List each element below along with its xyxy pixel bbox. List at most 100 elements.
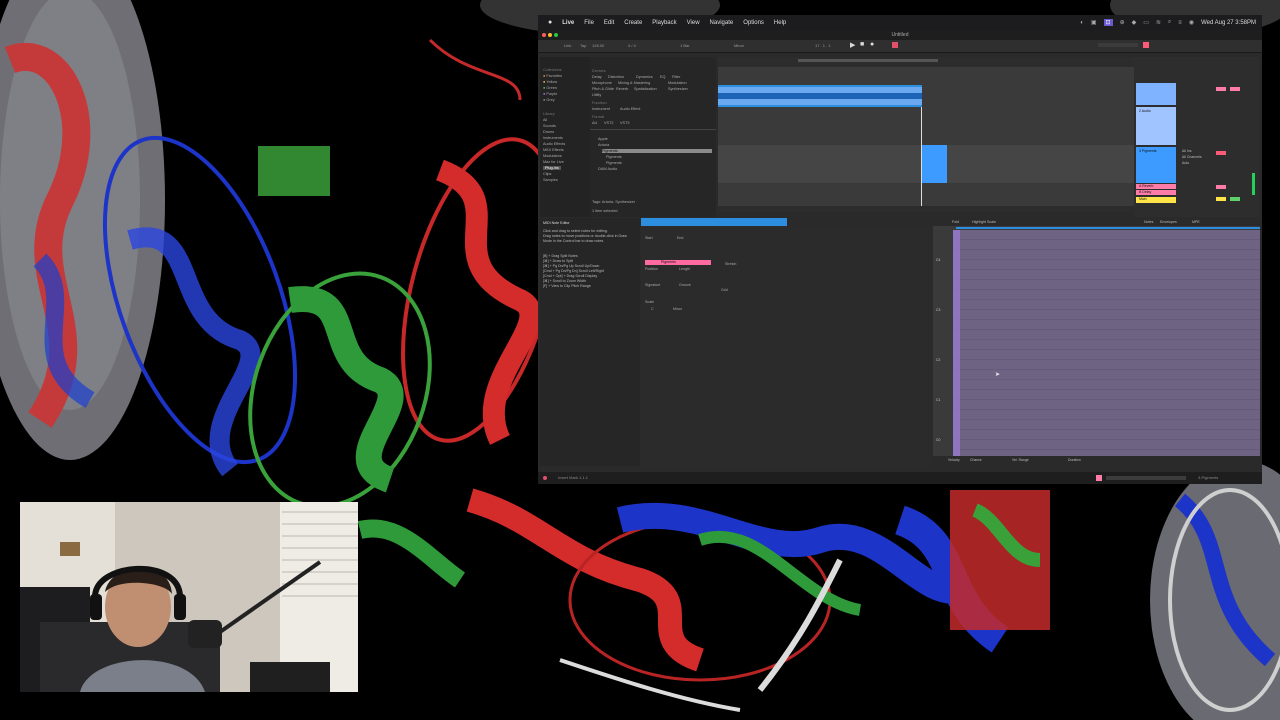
- collection-grey[interactable]: ● Grey: [543, 98, 555, 102]
- library-audio-effects[interactable]: Audio Effects: [543, 142, 565, 146]
- loop-brace[interactable]: [798, 59, 938, 62]
- screen-record-icon[interactable]: ⊡: [1103, 19, 1113, 26]
- time-signature-field[interactable]: 4 / 4: [628, 43, 636, 48]
- track-activator[interactable]: [1216, 197, 1226, 201]
- device-tag[interactable]: Filter: [672, 75, 680, 79]
- window-zoom-button[interactable]: [554, 33, 558, 37]
- control-center-icon[interactable]: ≡: [1178, 20, 1182, 26]
- library-instruments[interactable]: Instruments: [543, 136, 563, 140]
- mpe-tab[interactable]: MPE: [1192, 220, 1200, 224]
- send-knob[interactable]: [1216, 87, 1226, 91]
- monitor-select[interactable]: Auto: [1182, 161, 1189, 165]
- scale-name-select[interactable]: Minor: [673, 307, 682, 311]
- device-tag[interactable]: Microphone: [592, 81, 612, 85]
- menu-create[interactable]: Create: [624, 20, 642, 26]
- envelopes-tab[interactable]: Envelopes: [1160, 220, 1177, 224]
- collection-favorites[interactable]: ● Favorites: [543, 74, 562, 78]
- function-tag[interactable]: Instrument: [592, 107, 610, 111]
- menu-options[interactable]: Options: [743, 20, 764, 26]
- result-item[interactable]: Apple: [598, 137, 608, 141]
- apple-menu-icon[interactable]: ●: [548, 19, 552, 26]
- device-tag[interactable]: Spatialization: [634, 87, 657, 91]
- record-icon[interactable]: ●: [870, 41, 874, 48]
- song-position-field[interactable]: 17 . 1 . 1: [815, 43, 831, 48]
- track-activator[interactable]: [1216, 185, 1226, 189]
- highlight-scale-button[interactable]: Highlight Scale: [972, 220, 996, 224]
- arm-button[interactable]: [1216, 151, 1226, 155]
- track-header-audio[interactable]: [1136, 83, 1176, 105]
- duration-field[interactable]: Duration: [1068, 458, 1081, 462]
- midi-clip[interactable]: [921, 145, 947, 183]
- play-icon[interactable]: ▶: [850, 41, 855, 49]
- siri-icon[interactable]: ◉: [1189, 19, 1194, 26]
- notes-tab[interactable]: Notes: [1144, 220, 1153, 224]
- collection-green[interactable]: ● Green: [543, 86, 557, 90]
- collection-yellow[interactable]: ● Yellow: [543, 80, 557, 84]
- format-tag[interactable]: VST2: [604, 121, 614, 125]
- library-all[interactable]: All: [543, 118, 547, 122]
- loop-region-bar[interactable]: [956, 227, 1260, 229]
- solo-button[interactable]: [1230, 197, 1240, 201]
- chance-tab[interactable]: Chance: [970, 458, 982, 462]
- device-tag[interactable]: Delay: [592, 75, 602, 79]
- velocity-tab[interactable]: Velocity: [948, 458, 960, 462]
- menu-clock[interactable]: Wed Aug 27 3:58PM: [1201, 20, 1256, 26]
- format-tag[interactable]: VST3: [620, 121, 630, 125]
- status-scroll-bar[interactable]: [1106, 476, 1186, 480]
- menu-view[interactable]: View: [687, 20, 700, 26]
- library-plugins[interactable]: Plug-ins: [543, 166, 561, 170]
- window-minimize-button[interactable]: [548, 33, 552, 37]
- search-icon[interactable]: ⌕: [1168, 19, 1171, 26]
- device-tag[interactable]: Utility: [592, 93, 601, 97]
- note-grid[interactable]: [953, 230, 1260, 456]
- piano-keyboard[interactable]: [933, 230, 953, 456]
- status-icon[interactable]: ◐: [1080, 20, 1084, 26]
- device-tag[interactable]: EQ: [660, 75, 666, 79]
- link-button[interactable]: Link: [564, 43, 571, 48]
- library-drums[interactable]: Drums: [543, 130, 554, 134]
- device-tag[interactable]: Synthesizer: [668, 87, 688, 91]
- library-samples[interactable]: Samples: [543, 178, 558, 182]
- format-tag[interactable]: AU: [592, 121, 597, 125]
- device-tag[interactable]: Pitch & Glide: [592, 87, 614, 91]
- menu-navigate[interactable]: Navigate: [710, 20, 734, 26]
- status-icon[interactable]: ▣: [1091, 19, 1097, 26]
- scale-key-select[interactable]: C: [651, 307, 654, 311]
- library-sounds[interactable]: Sounds: [543, 124, 556, 128]
- key-select[interactable]: Minor: [734, 43, 744, 48]
- send-knob[interactable]: [1230, 87, 1240, 91]
- menu-file[interactable]: File: [584, 20, 594, 26]
- menu-edit[interactable]: Edit: [604, 20, 614, 26]
- device-tag[interactable]: Modulation: [668, 81, 687, 85]
- status-icon[interactable]: ◆: [1132, 19, 1137, 26]
- status-icon[interactable]: ⊕: [1120, 19, 1125, 26]
- stop-icon[interactable]: ■: [860, 41, 864, 48]
- fold-button[interactable]: Fold: [952, 220, 959, 224]
- window-close-button[interactable]: [542, 33, 546, 37]
- input-type-select[interactable]: All Ins: [1182, 149, 1192, 153]
- library-modulators[interactable]: Modulators: [543, 154, 562, 158]
- menu-app-name[interactable]: Live: [562, 20, 574, 26]
- device-tag[interactable]: Mixing & Mastering: [618, 81, 650, 85]
- tap-button[interactable]: Tap: [580, 43, 586, 48]
- result-item[interactable]: Pigments: [606, 155, 622, 159]
- menu-playback[interactable]: Playback: [652, 20, 676, 26]
- input-channel-select[interactable]: All Channels: [1182, 155, 1202, 159]
- collection-purple[interactable]: ● Purple: [543, 92, 557, 96]
- library-max-for-live[interactable]: Max for Live: [543, 160, 564, 164]
- wifi-icon[interactable]: ≋: [1156, 19, 1161, 26]
- clip-name-field[interactable]: [645, 260, 711, 265]
- result-item-selected[interactable]: Pigments: [602, 149, 712, 153]
- menu-help[interactable]: Help: [774, 20, 786, 26]
- velocity-range-field[interactable]: Vel. Range: [1012, 458, 1029, 462]
- device-tag[interactable]: Reverb: [616, 87, 628, 91]
- function-tag[interactable]: Audio Effect: [620, 107, 640, 111]
- result-item[interactable]: Pigments: [606, 161, 622, 165]
- piano-roll[interactable]: Fold Highlight Scale Notes Envelopes MPE…: [788, 218, 1260, 466]
- tempo-field[interactable]: 126.00: [592, 43, 604, 48]
- quantization-select[interactable]: 1 Bar: [680, 43, 690, 48]
- library-clips[interactable]: Clips: [543, 172, 551, 176]
- device-tag[interactable]: Dynamics: [636, 75, 653, 79]
- device-tag[interactable]: Distortion: [608, 75, 624, 79]
- arrangement-record-icon[interactable]: [892, 42, 898, 48]
